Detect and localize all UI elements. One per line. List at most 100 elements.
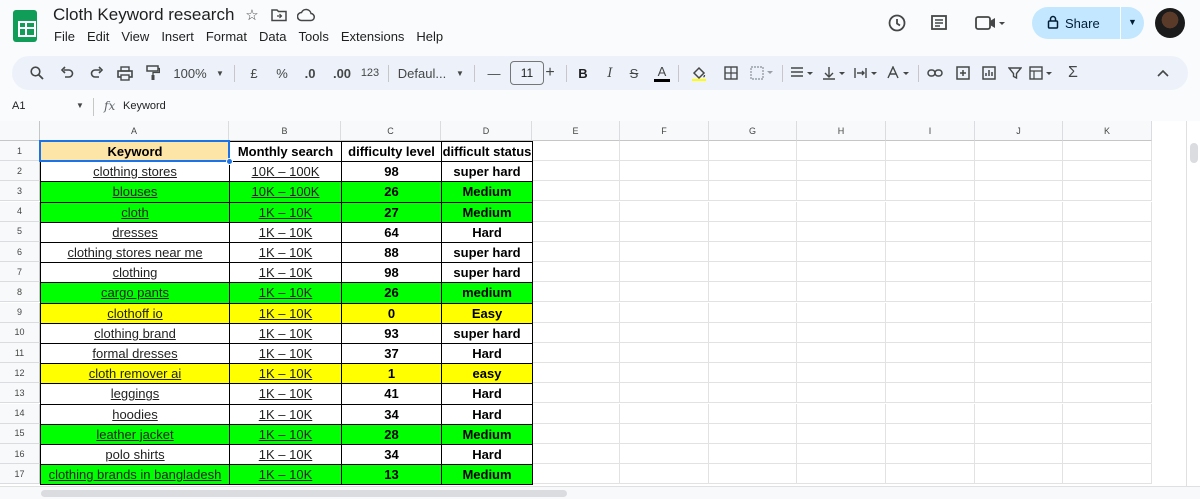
monthly-search-cell[interactable]: 1K – 10K <box>229 383 342 405</box>
difficulty-status-cell[interactable]: easy <box>441 363 533 385</box>
empty-cell[interactable] <box>709 423 797 444</box>
monthly-search-cell[interactable]: 10K – 100K <box>229 181 342 203</box>
keyword-cell[interactable]: clothing brand <box>40 322 230 344</box>
empty-cell[interactable] <box>975 201 1063 222</box>
empty-cell[interactable] <box>620 181 709 202</box>
empty-cell[interactable] <box>620 464 709 485</box>
empty-cell[interactable] <box>709 343 797 363</box>
empty-cell[interactable] <box>886 403 975 424</box>
empty-cell[interactable] <box>532 262 620 283</box>
row-header-9[interactable]: 9 <box>0 302 40 323</box>
empty-cell[interactable] <box>620 383 709 404</box>
empty-cell[interactable] <box>797 322 886 343</box>
empty-cell[interactable] <box>797 242 886 262</box>
row-header-10[interactable]: 10 <box>0 322 40 343</box>
monthly-search-cell[interactable]: 1K – 10K <box>229 423 342 445</box>
empty-cell[interactable] <box>532 302 620 323</box>
formula-input[interactable]: Keyword <box>123 100 166 112</box>
empty-cell[interactable] <box>1063 383 1152 404</box>
header-cell[interactable]: Keyword <box>40 141 230 163</box>
italic-button[interactable]: I <box>600 56 620 90</box>
paint-format-icon[interactable] <box>142 56 164 90</box>
empty-cell[interactable] <box>532 181 620 202</box>
empty-cell[interactable] <box>709 363 797 384</box>
menu-extensions[interactable]: Extensions <box>335 29 411 44</box>
sheet-grid[interactable]: A B C D E F G H I J K 1 2 3 4 5 6 7 8 9 10 11 12 13 14 15 16 17 Keyw… <box>0 121 1186 486</box>
empty-cell[interactable] <box>797 343 886 363</box>
redo-icon[interactable] <box>86 56 108 90</box>
cloud-status-icon[interactable] <box>297 6 315 24</box>
name-box-dropdown-icon[interactable]: ▼ <box>76 101 84 110</box>
horizontal-scroll-thumb[interactable] <box>41 490 567 497</box>
column-header-b[interactable]: B <box>229 121 341 141</box>
empty-cell[interactable] <box>620 161 709 182</box>
empty-cell[interactable] <box>797 221 886 242</box>
keyword-cell[interactable]: leather jacket <box>40 423 230 445</box>
empty-cell[interactable] <box>975 141 1063 161</box>
row-header-16[interactable]: 16 <box>0 444 40 464</box>
difficulty-level-cell[interactable]: 37 <box>341 343 442 365</box>
empty-cell[interactable] <box>1063 161 1152 182</box>
difficulty-level-cell[interactable]: 27 <box>341 201 442 223</box>
empty-cell[interactable] <box>797 201 886 222</box>
difficulty-level-cell[interactable]: 34 <box>341 444 442 466</box>
header-cell[interactable]: difficult status <box>441 141 533 163</box>
empty-cell[interactable] <box>709 282 797 303</box>
version-history-icon[interactable] <box>886 12 908 34</box>
empty-cell[interactable] <box>532 363 620 384</box>
keyword-cell[interactable]: leggings <box>40 383 230 405</box>
sheets-logo-icon[interactable] <box>13 10 37 42</box>
empty-cell[interactable] <box>532 423 620 444</box>
menu-file[interactable]: File <box>54 29 81 44</box>
monthly-search-cell[interactable]: 1K – 10K <box>229 403 342 425</box>
column-header-g[interactable]: G <box>709 121 797 141</box>
empty-cell[interactable] <box>709 302 797 323</box>
row-header-8[interactable]: 8 <box>0 282 40 303</box>
borders-icon[interactable] <box>720 56 742 90</box>
difficulty-status-cell[interactable]: Hard <box>441 444 533 466</box>
monthly-search-cell[interactable]: 1K – 10K <box>229 262 342 284</box>
empty-cell[interactable] <box>975 302 1063 323</box>
empty-cell[interactable] <box>1063 423 1152 444</box>
difficulty-status-cell[interactable]: Hard <box>441 403 533 425</box>
filter-icon[interactable] <box>1004 56 1026 90</box>
keyword-cell[interactable]: clothing brands in bangladesh <box>40 464 230 486</box>
empty-cell[interactable] <box>1063 242 1152 262</box>
monthly-search-cell[interactable]: 1K – 10K <box>229 343 342 365</box>
increase-font-size-button[interactable]: + <box>540 56 560 90</box>
avatar[interactable] <box>1155 8 1185 38</box>
empty-cell[interactable] <box>709 242 797 262</box>
empty-cell[interactable] <box>620 141 709 161</box>
empty-cell[interactable] <box>975 322 1063 343</box>
empty-cell[interactable] <box>709 201 797 222</box>
difficulty-status-cell[interactable]: super hard <box>441 262 533 284</box>
difficulty-level-cell[interactable]: 64 <box>341 221 442 243</box>
keyword-cell[interactable]: cloth <box>40 201 230 223</box>
horizontal-scrollbar[interactable] <box>0 486 1200 499</box>
decrease-decimal-button[interactable]: .0 <box>298 56 322 90</box>
empty-cell[interactable] <box>886 322 975 343</box>
comments-icon[interactable] <box>928 12 950 34</box>
zoom-select[interactable]: 100% <box>170 56 210 90</box>
keyword-cell[interactable]: clothing <box>40 262 230 284</box>
empty-cell[interactable] <box>886 444 975 464</box>
row-header-2[interactable]: 2 <box>0 161 40 182</box>
empty-cell[interactable] <box>886 282 975 303</box>
monthly-search-cell[interactable]: 1K – 10K <box>229 302 342 324</box>
empty-cell[interactable] <box>709 161 797 182</box>
empty-cell[interactable] <box>620 322 709 343</box>
empty-cell[interactable] <box>1063 221 1152 242</box>
keyword-cell[interactable]: dresses <box>40 221 230 243</box>
empty-cell[interactable] <box>886 141 975 161</box>
menu-edit[interactable]: Edit <box>81 29 115 44</box>
keyword-cell[interactable]: cargo pants <box>40 282 230 304</box>
monthly-search-cell[interactable]: 1K – 10K <box>229 242 342 264</box>
keyword-cell[interactable]: clothing stores near me <box>40 242 230 264</box>
row-header-7[interactable]: 7 <box>0 262 40 283</box>
difficulty-level-cell[interactable]: 98 <box>341 161 442 183</box>
name-box[interactable]: A1 <box>12 100 25 112</box>
empty-cell[interactable] <box>797 161 886 182</box>
vertical-scroll-thumb[interactable] <box>1190 143 1198 163</box>
increase-decimal-button[interactable]: .00 <box>328 56 356 90</box>
row-header-5[interactable]: 5 <box>0 221 40 242</box>
